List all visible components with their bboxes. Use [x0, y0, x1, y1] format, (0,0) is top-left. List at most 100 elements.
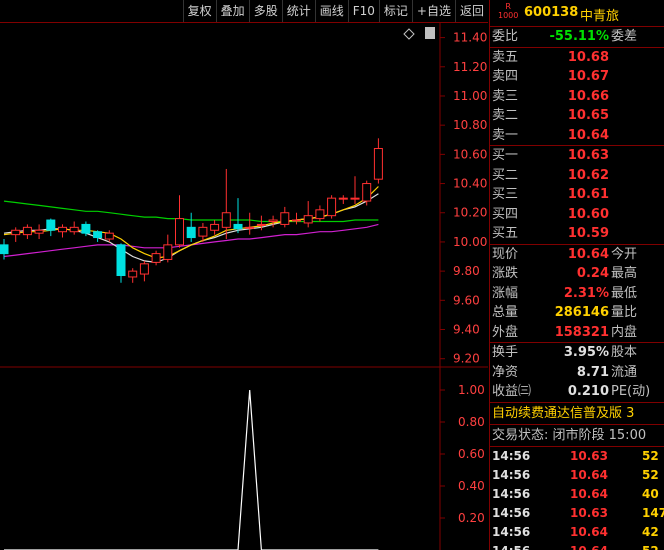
order-ratio-row: 委比 -55.11% 委差: [490, 27, 664, 48]
toolbar-button-2[interactable]: 多股: [248, 0, 282, 22]
indicator-tick-label: 0.60: [458, 447, 485, 461]
asks-value: 10.68: [567, 49, 609, 65]
quote-label2: 最高: [611, 266, 638, 281]
quote-row: 总量 286146 量比: [490, 303, 664, 323]
price-tick-label: 10.40: [453, 177, 487, 191]
candle-body[interactable]: [362, 183, 372, 202]
candle-body[interactable]: [256, 223, 266, 226]
candle-body[interactable]: [327, 197, 337, 217]
candle-body[interactable]: [0, 244, 9, 255]
fundamentals-row: 换手 3.95% 股本: [490, 343, 664, 363]
trade-time: 14:56: [492, 542, 530, 550]
candle-body[interactable]: [34, 229, 44, 234]
candle-body[interactable]: [175, 218, 184, 246]
candle-body[interactable]: [58, 226, 67, 233]
candle-body[interactable]: [116, 244, 126, 277]
candle-body[interactable]: [93, 231, 103, 239]
quote-value: 158321: [554, 324, 609, 340]
candle-body[interactable]: [104, 232, 114, 240]
price-tick-label: 11.00: [453, 89, 487, 103]
candle-body[interactable]: [373, 148, 383, 180]
toolbar-button-5[interactable]: F10: [347, 0, 379, 22]
ratio-value: -55.11%: [549, 29, 609, 44]
bids-row: 买二 10.62: [490, 166, 664, 186]
toolbar-button-8[interactable]: 返回: [454, 0, 488, 22]
ticker-banner[interactable]: 自动续费通达信普及版 3: [490, 403, 664, 425]
candle-body[interactable]: [210, 223, 220, 231]
trade-row: 14:56 10.63 147: [490, 504, 664, 523]
asks-label: 卖四: [492, 69, 519, 84]
asks-row: 卖二 10.65: [490, 106, 664, 126]
candle-body[interactable]: [11, 229, 21, 236]
candle-body[interactable]: [221, 212, 231, 228]
quote-label: 外盘: [492, 324, 519, 340]
trade-vol: 52: [642, 448, 659, 463]
asks-label: 卖二: [492, 108, 519, 123]
candle-body[interactable]: [315, 209, 325, 220]
stock-code: 600138: [524, 5, 579, 20]
trade-list[interactable]: 14:56 10.63 52 14:56 10.64 52 14:56 10.64 40 14:5…: [490, 447, 664, 550]
candle-body[interactable]: [139, 263, 149, 275]
toolbar-button-3[interactable]: 统计: [281, 0, 315, 22]
candle-body[interactable]: [81, 223, 91, 234]
trade-price: 10.64: [570, 524, 608, 539]
trade-row: 14:56 10.64 52: [490, 542, 664, 550]
bids-label: 买一: [492, 148, 519, 163]
fundamentals-row: 净资 8.71 流通: [490, 363, 664, 383]
indicator-line: [4, 389, 379, 550]
fundamentals-label: 净资: [492, 364, 519, 380]
scroll-marker[interactable]: [425, 27, 435, 39]
ratio-label: 委比: [492, 29, 519, 44]
toolbar-button-4[interactable]: 画线: [314, 0, 348, 22]
fundamentals-value: 0.210: [567, 384, 609, 399]
candle-body[interactable]: [268, 219, 278, 223]
bids-row: 买四 10.60: [490, 205, 664, 225]
quote-label2: 最低: [611, 285, 638, 301]
candle-body[interactable]: [22, 226, 32, 236]
candle-body[interactable]: [128, 270, 138, 278]
price-tick-label: 10.20: [453, 206, 487, 220]
fundamentals-row: 收益㈢ 0.210 PE(动): [490, 382, 664, 402]
candle-body[interactable]: [233, 223, 243, 230]
trade-vol: 147: [642, 505, 664, 520]
candle-body[interactable]: [245, 226, 255, 229]
toolbar-button-6[interactable]: 标记: [378, 0, 412, 22]
trade-status: 交易状态: 闭市阶段 15:00: [490, 425, 664, 447]
trade-row: 14:56 10.64 40: [490, 485, 664, 504]
trade-row: 14:56 10.64 52: [490, 466, 664, 485]
toolbar-button-1[interactable]: 叠加: [215, 0, 249, 22]
trade-price: 10.63: [570, 448, 608, 463]
kline-chart[interactable]: 11.40 11.20 11.00 10.80 10.60 10.40 10.20 10.00…: [0, 23, 488, 550]
fundamentals-label: 收益㈢: [492, 384, 532, 399]
candle-body[interactable]: [280, 212, 290, 225]
indicator-tick-label: 1.00: [458, 383, 485, 397]
candle-body[interactable]: [186, 226, 196, 239]
candle-body[interactable]: [198, 226, 208, 237]
indicator-tick-label: 0.80: [458, 415, 485, 429]
candle-body[interactable]: [292, 219, 301, 222]
asks-row: 卖一 10.64: [490, 126, 664, 146]
candle-body[interactable]: [151, 253, 161, 263]
quote-row: 现价 10.64 今开: [490, 245, 664, 265]
price-tick-label: 10.80: [453, 118, 487, 132]
candle-body[interactable]: [303, 215, 313, 224]
asks-label: 卖三: [492, 88, 519, 104]
asks-row: 卖三 10.66: [490, 87, 664, 107]
bids-label: 买五: [492, 226, 519, 241]
price-tick-label: 9.40: [453, 323, 480, 337]
asks-label: 卖一: [492, 127, 519, 143]
candle-body[interactable]: [163, 244, 173, 260]
price-tick-label: 9.60: [453, 293, 480, 307]
candle-body[interactable]: [69, 226, 79, 233]
candle-body[interactable]: [350, 197, 360, 200]
diamond-icon[interactable]: [403, 28, 415, 40]
candle-body[interactable]: [338, 197, 348, 200]
toolbar-button-7[interactable]: +自选: [411, 0, 455, 22]
candle-body[interactable]: [46, 219, 56, 231]
fundamentals-value: 8.71: [576, 364, 609, 380]
quote-label: 涨跌: [492, 266, 519, 281]
trade-time: 14:56: [492, 486, 531, 501]
quote-value: 10.64: [567, 246, 609, 262]
toolbar-button-0[interactable]: 复权: [182, 0, 216, 22]
bids-value: 10.62: [567, 167, 609, 183]
